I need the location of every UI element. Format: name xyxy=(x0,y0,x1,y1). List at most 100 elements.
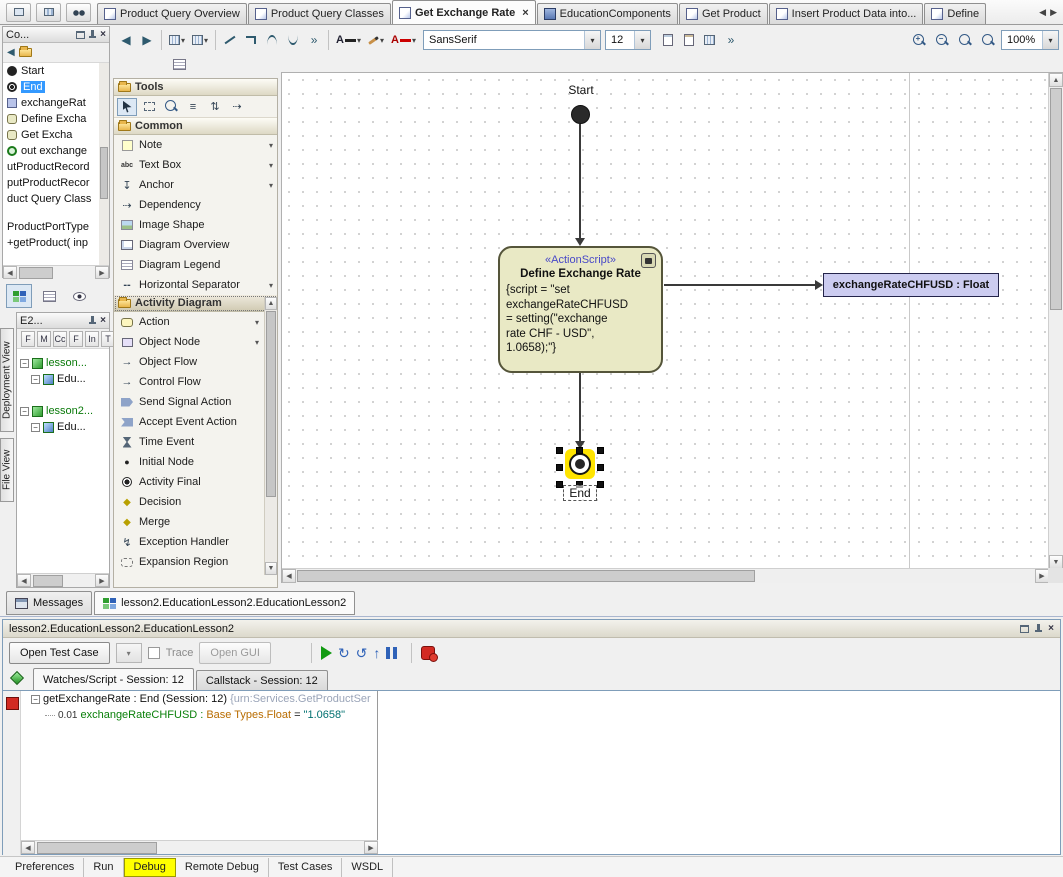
path-curved-button[interactable] xyxy=(262,29,282,51)
e2e-view-button[interactable] xyxy=(6,284,32,308)
tab-educationcomponents[interactable]: EducationComponents xyxy=(537,3,678,24)
rollback-session-icon[interactable]: ↺ xyxy=(356,646,368,660)
scrollbar-thumb[interactable] xyxy=(1050,88,1062,310)
collapse-icon[interactable]: − xyxy=(20,359,29,368)
scrollbar-thumb[interactable] xyxy=(100,147,108,199)
tab-remote-debug[interactable]: Remote Debug xyxy=(176,858,269,877)
tree-item-inputproductrecord[interactable]: utProductRecord xyxy=(3,159,109,175)
tab-session-lesson2[interactable]: lesson2.EducationLesson2.EducationLesson… xyxy=(94,591,355,615)
scroll-tabs-left-icon[interactable]: ◀ xyxy=(1039,7,1046,18)
tree-item-productporttype[interactable]: ProductPortType xyxy=(3,219,109,235)
zoom-level-select[interactable]: 100% ▾ xyxy=(1001,30,1059,50)
scrollbar-thumb[interactable] xyxy=(33,575,63,587)
open-folder-icon[interactable] xyxy=(19,48,32,57)
pen-color-button[interactable]: ▾ xyxy=(365,29,387,51)
tab-get-exchange-rate[interactable]: Get Exchange Rate × xyxy=(392,0,536,24)
diagram-canvas[interactable]: Start «ActionScript» Define Exchange Rat… xyxy=(282,73,1049,569)
palette-item-accept-event[interactable]: Accept Event Action xyxy=(114,412,263,432)
tree-item-define-exchange[interactable]: Define Excha xyxy=(3,111,109,127)
dropdown-icon[interactable]: ▾ xyxy=(181,36,185,45)
dropdown-icon[interactable]: ▾ xyxy=(255,318,259,327)
scroll-tabs-right-icon[interactable]: ▶ xyxy=(1050,7,1057,18)
path-rectilinear-button[interactable] xyxy=(241,29,261,51)
collapse-icon[interactable]: − xyxy=(31,423,40,432)
step-icon[interactable]: ↑ xyxy=(373,646,380,660)
tree-item-lesson[interactable]: − lesson... xyxy=(20,357,87,369)
find-button[interactable] xyxy=(66,3,91,22)
dropdown-icon[interactable]: ▾ xyxy=(269,141,273,150)
tree-item-product-query-classes[interactable]: duct Query Class xyxy=(3,191,109,207)
palette-item-text-box[interactable]: abcText Box▾ xyxy=(114,155,277,175)
palette-item-horizontal-separator[interactable]: --Horizontal Separator▾ xyxy=(114,275,277,295)
insert-shape-button[interactable] xyxy=(679,29,699,51)
collapse-icon[interactable]: − xyxy=(20,407,29,416)
scroll-right-icon[interactable]: ▶ xyxy=(95,266,109,279)
palette-activity-header[interactable]: Activity Diagram xyxy=(114,295,277,312)
marquee-tool-button[interactable] xyxy=(139,98,159,116)
control-flow-start-to-action[interactable] xyxy=(579,124,581,238)
toolbar-overflow-button-2[interactable]: » xyxy=(721,29,741,51)
watches-tree-pane[interactable]: − getExchangeRate : End (Session: 12) {u… xyxy=(21,691,378,855)
tree-item-outputproductrecord[interactable]: putProductRecor xyxy=(3,175,109,191)
scroll-up-icon[interactable]: ▲ xyxy=(1049,73,1063,87)
canvas-hscrollbar[interactable]: ◀ ▶ xyxy=(282,568,1049,583)
watch-root-row[interactable]: − getExchangeRate : End (Session: 12) {u… xyxy=(21,691,377,707)
tab-product-query-classes[interactable]: Product Query Classes xyxy=(248,3,391,24)
path-oblique-button[interactable] xyxy=(220,29,240,51)
scroll-down-icon[interactable]: ▼ xyxy=(265,562,277,575)
palette-item-exception-handler[interactable]: ↯Exception Handler xyxy=(114,532,263,552)
float-panel-icon[interactable] xyxy=(76,31,85,39)
selection-handle[interactable] xyxy=(597,447,604,454)
selection-handle[interactable] xyxy=(556,464,563,471)
visibility-button[interactable] xyxy=(66,284,92,308)
back-button[interactable]: ◀ xyxy=(116,29,136,51)
scroll-right-icon[interactable]: ▶ xyxy=(95,574,109,587)
palette-item-expansion-region[interactable]: Expansion Region xyxy=(114,552,263,572)
action-node-define-exchange-rate[interactable]: «ActionScript» Define Exchange Rate {scr… xyxy=(498,246,663,373)
terminate-session-icon[interactable] xyxy=(421,646,435,660)
collapse-icon[interactable]: − xyxy=(31,695,40,704)
scroll-up-icon[interactable]: ▲ xyxy=(265,297,277,310)
font-size-select[interactable]: 12 ▾ xyxy=(605,30,651,50)
dropdown-icon[interactable]: ▾ xyxy=(204,36,208,45)
selection-handle[interactable] xyxy=(556,447,563,454)
table-view-button[interactable] xyxy=(36,284,62,308)
link-tool-button[interactable]: ⇢ xyxy=(227,98,247,116)
dropdown-icon[interactable]: ▾ xyxy=(269,181,273,190)
run-icon[interactable] xyxy=(321,646,332,660)
tree-item-getproduct[interactable]: +getProduct( inp xyxy=(3,235,109,251)
swimlane-button[interactable]: ▾ xyxy=(166,29,188,51)
close-tab-icon[interactable]: × xyxy=(522,7,528,19)
open-gui-button[interactable]: Open GUI xyxy=(199,642,271,664)
pin-panel-icon[interactable] xyxy=(88,30,97,40)
control-flow-action-to-end[interactable] xyxy=(579,373,581,441)
palette-item-send-signal[interactable]: Send Signal Action xyxy=(114,392,263,412)
scrollbar-thumb[interactable] xyxy=(19,267,53,279)
tree-item-lesson2[interactable]: − lesson2... xyxy=(20,405,93,417)
tree-item-get-exchange[interactable]: Get Excha xyxy=(3,127,109,143)
palette-vscrollbar[interactable]: ▲ ▼ xyxy=(264,297,277,575)
dropdown-icon[interactable]: ▾ xyxy=(269,161,273,170)
combo-arrow-icon[interactable]: ▾ xyxy=(1042,31,1058,49)
pin-panel-icon[interactable] xyxy=(88,316,97,326)
dropdown-icon[interactable]: ▾ xyxy=(412,36,416,45)
reorder-tool-button[interactable]: ⇅ xyxy=(205,98,225,116)
palette-item-activity-final[interactable]: Activity Final xyxy=(114,472,263,492)
palette-item-object-node[interactable]: Object Node▾ xyxy=(114,332,263,352)
scroll-down-icon[interactable]: ▼ xyxy=(1049,555,1063,569)
scroll-left-icon[interactable]: ◀ xyxy=(3,266,17,279)
palette-item-time-event[interactable]: Time Event xyxy=(114,432,263,452)
tree-item-out-exchange[interactable]: out exchange xyxy=(3,143,109,159)
tree-item-edu-1[interactable]: − Edu... xyxy=(31,373,86,385)
tab-run[interactable]: Run xyxy=(84,858,123,877)
selection-handle[interactable] xyxy=(597,481,604,488)
selection-handle[interactable] xyxy=(576,447,583,454)
palette-item-initial-node[interactable]: ●Initial Node xyxy=(114,452,263,472)
pause-icon[interactable] xyxy=(386,647,397,659)
palette-item-diagram-overview[interactable]: Diagram Overview xyxy=(114,235,277,255)
diagram-structure-button[interactable] xyxy=(168,56,190,73)
dropdown-icon[interactable]: ▾ xyxy=(380,36,384,45)
containment-hscrollbar[interactable]: ◀ ▶ xyxy=(3,265,109,279)
dropdown-icon[interactable]: ▾ xyxy=(269,281,273,290)
dropdown-icon[interactable]: ▾ xyxy=(255,338,259,347)
